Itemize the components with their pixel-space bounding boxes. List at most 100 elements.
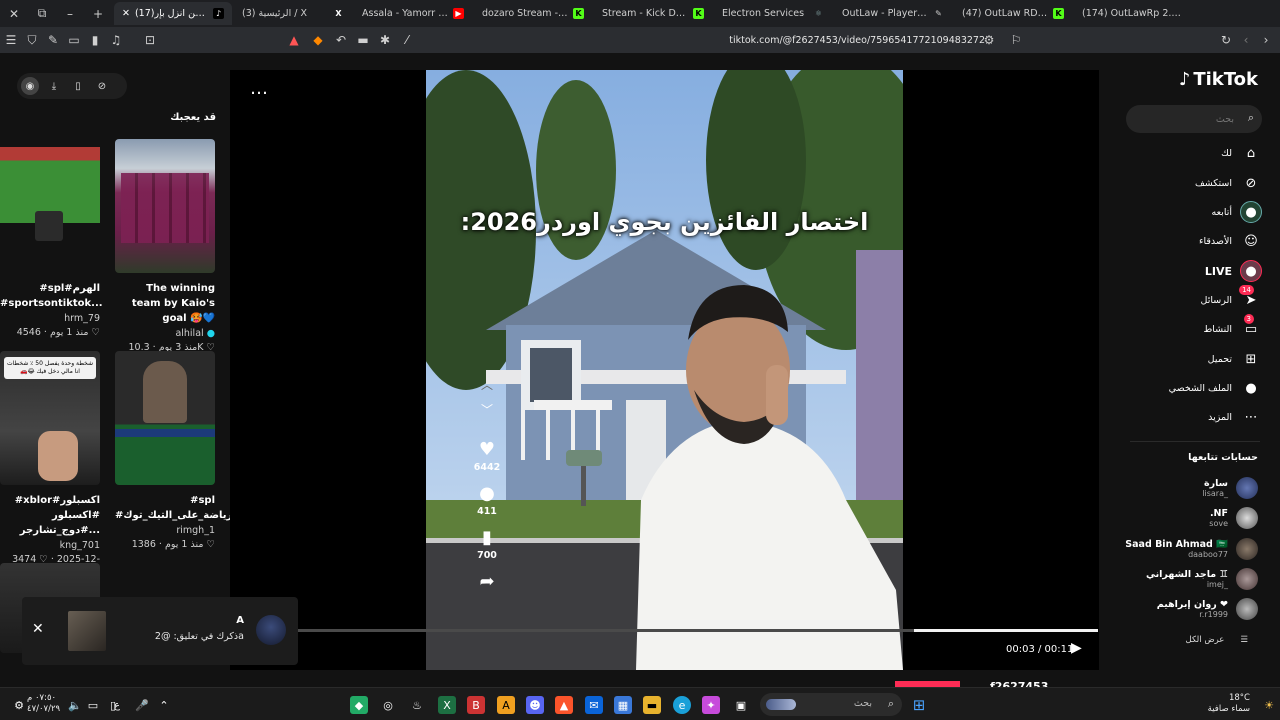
settings-icon[interactable]: ⚙ — [10, 696, 28, 714]
more-options-icon[interactable]: … — [250, 78, 268, 99]
recommended-card[interactable]: #spl #الرياضة_على_التيك_توك... rimgh_1 م… — [115, 351, 251, 550]
nav-friends[interactable]: الأصدقاء ☺ — [1199, 230, 1262, 252]
scroll-down-button[interactable]: ﹀ — [472, 400, 502, 420]
recommended-card[interactable]: شخطة وحدة يفصل 50 ٪ شخطات انا مالي دخل ف… — [0, 351, 100, 576]
task-view-icon[interactable]: ▣ — [732, 696, 750, 714]
download-icon[interactable]: ⤓ — [45, 77, 63, 95]
minimize-window-icon[interactable]: – — [56, 0, 84, 27]
microphone-icon[interactable]: 🎤 — [133, 696, 151, 714]
shield-icon[interactable]: ⛉ — [22, 27, 42, 53]
following-account[interactable]: Saad Bin Ahmad 🇸🇦 daaboo77 — [1125, 536, 1258, 562]
taskbar-clock[interactable]: ٠٧:٥٠ م ٤٧/٠٧/٢٩ — [27, 693, 60, 715]
tab-outlaw-player[interactable]: OutLaw - Player Page ✎ — [834, 2, 952, 25]
notification-video-thumbnail[interactable] — [68, 611, 106, 651]
notification-toast[interactable]: ✕ A ذكرك في تعليق: @2a — [22, 597, 298, 665]
sidebar-icon[interactable]: ▮ — [85, 27, 105, 53]
tab-kick-watch[interactable]: dozaro Stream - Watch Li... K — [474, 2, 592, 25]
back-history-icon[interactable]: ↶ — [331, 27, 351, 53]
brave-icon[interactable]: ▲ — [555, 696, 573, 714]
language-indicator[interactable]: ع — [108, 696, 126, 714]
network-icon[interactable]: ▭ — [84, 696, 102, 714]
recommended-card[interactable]: The winning team by Kaio's goal 🥵💙 alhil… — [115, 139, 215, 353]
video-thumbnail[interactable] — [0, 139, 100, 273]
tab-outlaw-live[interactable]: (47) OutLaw RD - Live Cont... K — [954, 2, 1072, 25]
video-thumbnail[interactable] — [115, 139, 215, 273]
screenshot-icon[interactable]: ⊡ — [140, 27, 160, 53]
following-account[interactable]: سارة lisara_ — [1202, 475, 1258, 501]
taskbar-search[interactable]: بحث ⌕ — [760, 693, 902, 716]
search-box[interactable]: ⌕ — [1126, 105, 1262, 133]
tiktok-logo[interactable]: ♪ TikTok — [1179, 69, 1258, 90]
back-icon[interactable]: ‹ — [1236, 27, 1256, 53]
new-tab-button[interactable]: + — [84, 0, 112, 27]
recommended-card[interactable]: #spl#الهرم #sportsontiktok... hrm_79 منذ… — [0, 139, 103, 338]
script-icon[interactable]: ⁄ — [397, 27, 417, 53]
app-icon[interactable]: A — [497, 696, 515, 714]
tab-tiktok[interactable]: ✕ (17)يمكن يمكن انزل بإر... ♪ — [114, 2, 232, 25]
like-button[interactable]: ♥ 6442 — [472, 440, 502, 474]
obs-icon[interactable]: ◎ — [379, 696, 397, 714]
avatar[interactable]: ◉ — [21, 77, 39, 95]
nav-following[interactable]: أتابعه ● — [1212, 201, 1262, 223]
compass-icon[interactable]: ⊘ — [93, 77, 111, 95]
tab-outlawrp[interactable]: (174) OutLawRp 2.0 - Live ... — [1074, 2, 1192, 25]
nav-more[interactable]: المزيد ⋯ — [1208, 406, 1262, 428]
tabs-icon[interactable]: ▭ — [64, 27, 84, 53]
nav-for-you[interactable]: لك ⌂ — [1221, 142, 1262, 164]
app-icon[interactable]: B — [467, 696, 485, 714]
tab-electron[interactable]: Electron Services ⚛ — [714, 2, 832, 25]
volume-icon[interactable]: 🔈 — [66, 696, 84, 714]
save-button[interactable]: ▮ 700 — [472, 528, 502, 562]
close-notification-icon[interactable]: ✕ — [32, 621, 44, 637]
translate-icon[interactable]: ✱ — [375, 27, 395, 53]
tab-kick-dashboard[interactable]: Stream - Kick Dashboa... K — [594, 2, 712, 25]
nav-messages[interactable]: الرسائل ➤ 14 — [1201, 285, 1262, 311]
url-field[interactable]: tiktok.com/@f2627453/video/7596541772109… — [700, 27, 985, 53]
video-thumbnail[interactable]: شخطة وحدة يفصل 50 ٪ شخطات انا مالي دخل ف… — [0, 351, 100, 485]
following-account[interactable]: روان إبراهيم ❤ r.r1999 — [1157, 596, 1258, 622]
brave-shield-icon[interactable]: ▲ — [284, 27, 304, 53]
tab-close-icon[interactable]: ✕ — [122, 8, 130, 19]
close-window-icon[interactable]: ✕ — [0, 0, 28, 27]
site-settings-icon[interactable]: ⚙ — [979, 27, 999, 53]
reload-icon[interactable]: ↻ — [1216, 27, 1236, 53]
app-icon[interactable]: ◆ — [350, 696, 368, 714]
pen-icon[interactable]: ✎ — [43, 27, 63, 53]
store-icon[interactable]: ▦ — [614, 696, 632, 714]
search-icon[interactable]: ⌕ — [1248, 111, 1254, 125]
cast-icon[interactable]: ▬ — [353, 27, 373, 53]
share-button[interactable]: ➦ — [472, 572, 502, 592]
steam-icon[interactable]: ♨ — [408, 696, 426, 714]
menu-icon[interactable]: ☰ — [1, 27, 21, 53]
bookmark-icon[interactable]: ⚐ — [1006, 27, 1026, 53]
avatar[interactable] — [256, 615, 286, 645]
tab-x[interactable]: (3) الرئيسية / X X — [234, 2, 352, 25]
nav-profile[interactable]: الملف الشخصي ● — [1169, 377, 1262, 399]
phone-icon[interactable]: ▯ — [69, 77, 87, 95]
chevron-up-icon[interactable]: ⌃ — [155, 696, 173, 714]
weather-widget[interactable]: 18°C سماء صافية — [1208, 693, 1250, 715]
mail-icon[interactable]: ✉ — [585, 696, 603, 714]
copilot-icon[interactable]: ✦ — [702, 696, 720, 714]
show-all-button[interactable]: عرض الكل ☰ — [1186, 635, 1248, 645]
nav-activity[interactable]: النشاط ▭ 3 — [1203, 314, 1262, 340]
brave-rewards-icon[interactable]: ◆ — [308, 27, 328, 53]
tab-youtube[interactable]: Assala - Yamorr W Ma... ▶ — [354, 2, 472, 25]
comment-button[interactable]: ● 411 — [472, 484, 502, 518]
windows-start-icon[interactable]: ⊞ — [910, 696, 928, 714]
scroll-up-button[interactable]: ︿ — [472, 375, 502, 395]
forward-icon[interactable]: › — [1256, 27, 1276, 53]
restore-window-icon[interactable]: ⧉ — [28, 0, 56, 27]
nav-explore[interactable]: استكشف ⊘ — [1195, 172, 1262, 194]
nav-live[interactable]: LIVE ● — [1205, 260, 1262, 282]
following-account[interactable]: ماجد الشهراني ♊ imej_ — [1146, 566, 1258, 592]
folder-icon[interactable]: ▬ — [643, 696, 661, 714]
music-icon[interactable]: ♫ — [106, 27, 126, 53]
search-input[interactable] — [1134, 105, 1234, 133]
nav-upload[interactable]: تحميل ⊞ — [1208, 348, 1262, 370]
excel-icon[interactable]: X — [438, 696, 456, 714]
video-thumbnail[interactable] — [115, 351, 215, 485]
edge-icon[interactable]: e — [673, 696, 691, 714]
following-account[interactable]: .NF sove — [1209, 505, 1258, 531]
discord-icon[interactable]: ☻ — [526, 696, 544, 714]
